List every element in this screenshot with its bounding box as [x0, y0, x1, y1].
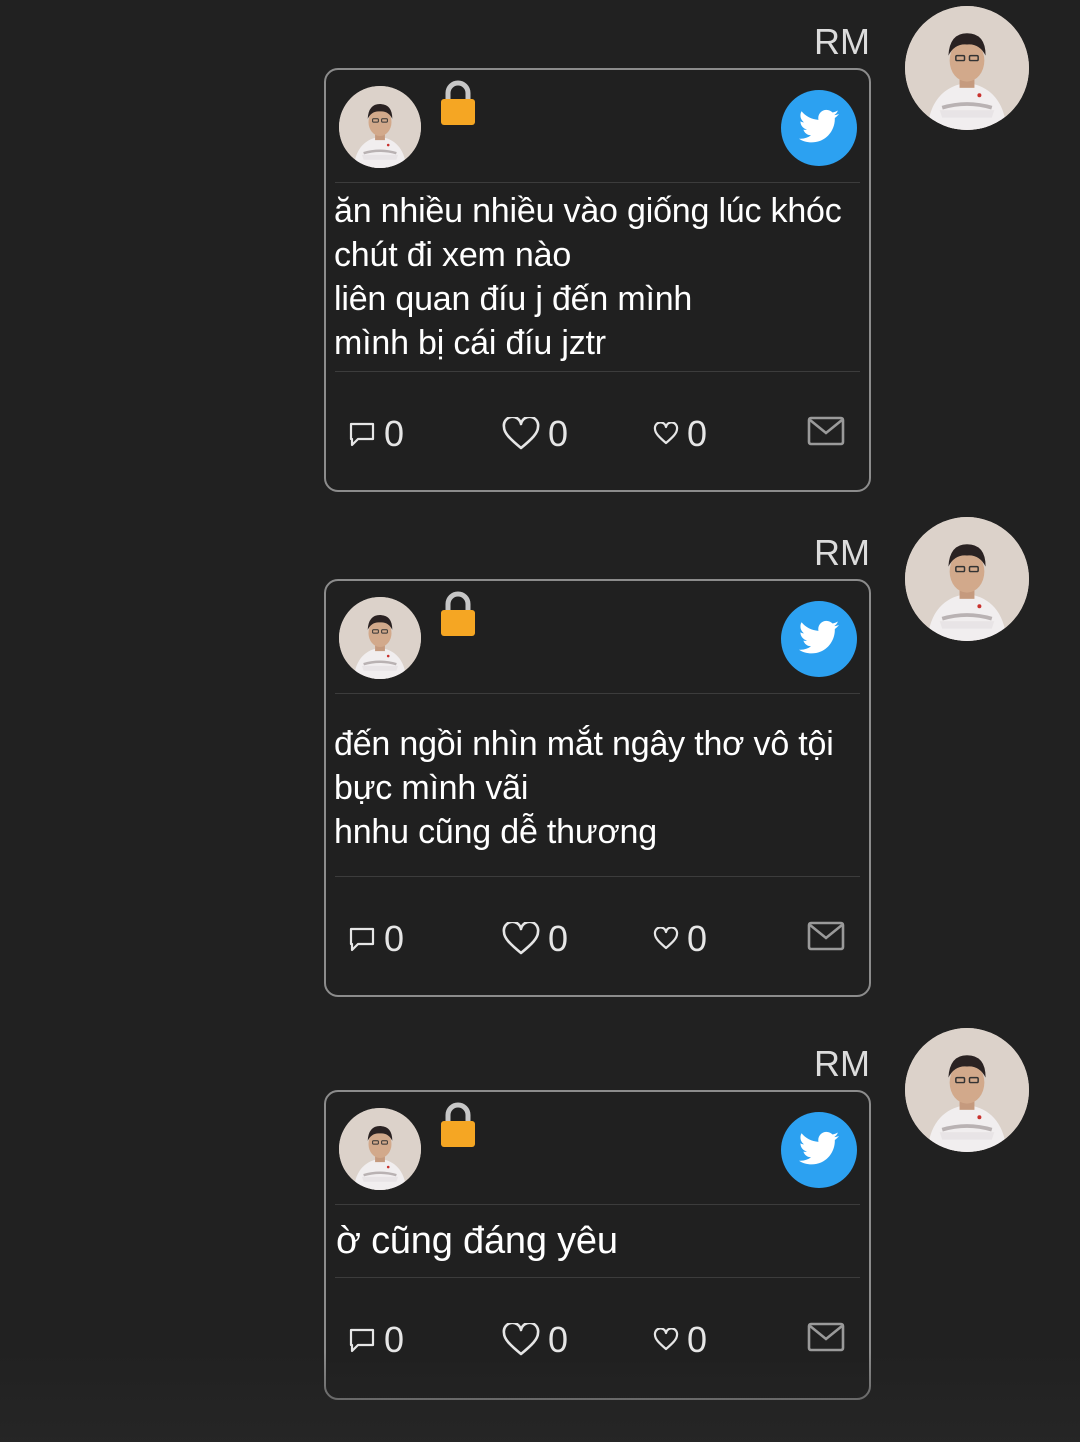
heart-icon: [502, 1323, 540, 1356]
tweet-header: [326, 70, 869, 182]
heart-count: 0: [687, 918, 708, 959]
heart-count: 0: [687, 413, 708, 454]
like-count: 0: [548, 1319, 569, 1360]
small-heart-button[interactable]: 0: [653, 917, 707, 961]
tweet-avatar[interactable]: [339, 597, 421, 679]
sender-name: RM: [814, 1043, 870, 1084]
sender-avatar[interactable]: [905, 1028, 1029, 1152]
sender-avatar[interactable]: [905, 6, 1029, 130]
like-count: 0: [548, 918, 569, 959]
reply-count: 0: [384, 413, 405, 454]
like-count: 0: [548, 413, 569, 454]
tweet-actions: 0 0 0: [326, 1278, 869, 1398]
reply-count: 0: [384, 918, 405, 959]
small-heart-icon: [653, 1328, 679, 1351]
heart-icon: [502, 922, 540, 955]
lock-icon: [441, 1102, 475, 1147]
comment-icon: [349, 422, 375, 447]
tweet-header: [326, 581, 869, 693]
small-heart-button[interactable]: 0: [653, 412, 707, 456]
mail-icon[interactable]: [807, 1322, 845, 1352]
reply-count: 0: [384, 1319, 405, 1360]
tweet-avatar[interactable]: [339, 86, 421, 168]
like-button[interactable]: 0: [502, 1318, 568, 1362]
lock-icon: [441, 80, 475, 125]
tweet-actions: 0 0 0: [326, 877, 869, 995]
tweet-card[interactable]: đến ngồi nhìn mắt ngây thơ vô tội bực mì…: [324, 579, 871, 997]
tweet-text: ờ cũng đáng yêu: [336, 1220, 618, 1262]
small-heart-button[interactable]: 0: [653, 1318, 707, 1362]
tweet-card[interactable]: ờ cũng đáng yêu 0 0 0: [324, 1090, 871, 1400]
reply-button[interactable]: 0: [348, 412, 404, 456]
twitter-bird-icon[interactable]: [781, 90, 857, 166]
tweet-text: đến ngồi nhìn mắt ngây thơ vô tội bực mì…: [334, 725, 834, 851]
small-heart-icon: [653, 422, 679, 445]
small-heart-icon: [653, 927, 679, 950]
twitter-bird-icon[interactable]: [781, 1112, 857, 1188]
sender-name: RM: [814, 21, 870, 62]
tweet-actions: 0 0 0: [326, 372, 869, 490]
message-feed: RM ăn nhiều nhiều vào giống lúc khóc chú…: [0, 0, 1080, 1442]
reply-button[interactable]: 0: [348, 917, 404, 961]
comment-icon: [349, 1328, 375, 1353]
mail-icon[interactable]: [807, 416, 845, 446]
tweet-avatar[interactable]: [339, 1108, 421, 1190]
heart-icon: [502, 417, 540, 450]
tweet-text: ăn nhiều nhiều vào giống lúc khóc chút đ…: [334, 192, 842, 362]
heart-count: 0: [687, 1319, 708, 1360]
like-button[interactable]: 0: [502, 412, 568, 456]
sender-name: RM: [814, 532, 870, 573]
mail-icon[interactable]: [807, 921, 845, 951]
twitter-bird-icon[interactable]: [781, 601, 857, 677]
tweet-header: [326, 1092, 869, 1204]
sender-avatar[interactable]: [905, 517, 1029, 641]
like-button[interactable]: 0: [502, 917, 568, 961]
comment-icon: [349, 927, 375, 952]
lock-icon: [441, 591, 475, 636]
tweet-card[interactable]: ăn nhiều nhiều vào giống lúc khóc chút đ…: [324, 68, 871, 492]
reply-button[interactable]: 0: [348, 1318, 404, 1362]
